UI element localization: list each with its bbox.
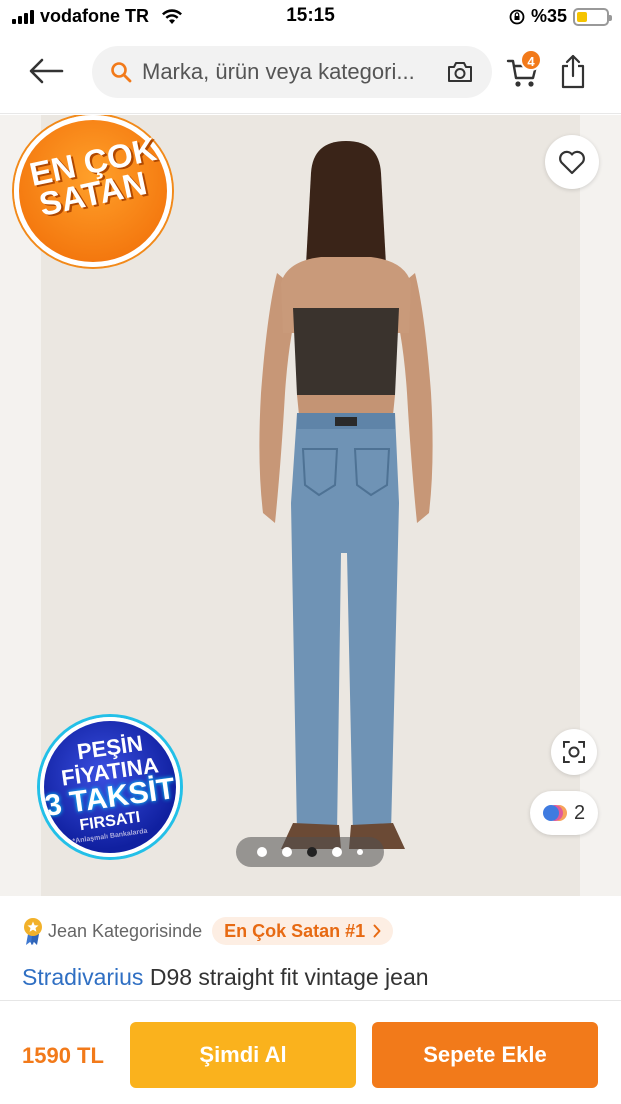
add-to-cart-button[interactable]: Sepete Ekle — [372, 1022, 598, 1088]
bottom-action-bar: 1590 TL Şimdi Al Sepete Ekle — [0, 1000, 621, 1104]
pager-dot[interactable] — [307, 847, 317, 857]
price: 1590 TL — [22, 1043, 104, 1068]
brand-link[interactable]: Stradivarius — [22, 964, 143, 990]
pager-dot[interactable] — [257, 847, 267, 857]
product-image-carousel[interactable]: EN ÇOK SATAN PEŞİN FİYATINA 3 TAKSİT FIR… — [0, 115, 621, 896]
header: 4 — [0, 34, 621, 114]
medal-icon — [24, 918, 42, 945]
search-icon — [111, 62, 132, 83]
search-bar[interactable] — [92, 46, 492, 98]
pager-dot[interactable] — [282, 847, 292, 857]
installment-campaign-badge: PEŞİN FİYATINA 3 TAKSİT FIRSATI *Anlaşma… — [40, 717, 180, 857]
product-name: D98 straight fit vintage jean — [149, 964, 429, 990]
heart-icon — [559, 150, 585, 175]
battery-icon — [573, 7, 612, 26]
best-seller-rank-link[interactable]: En Çok Satan #1 — [212, 917, 394, 945]
status-bar: vodafone TR 15:15 %35 — [0, 0, 621, 34]
product-title: Stradivarius D98 straight fit vintage je… — [22, 964, 429, 991]
color-count: 2 — [574, 802, 586, 824]
share-icon[interactable] — [559, 53, 587, 89]
pager-dot[interactable] — [357, 849, 363, 855]
rank-label: En Çok Satan #1 — [224, 920, 366, 941]
pager-dot[interactable] — [332, 847, 342, 857]
image-pager[interactable] — [236, 837, 384, 867]
model-figure-illustration — [259, 141, 433, 849]
visual-search-button[interactable] — [551, 729, 597, 775]
category-text: Jean Kategorisinde — [48, 920, 203, 941]
rotation-lock-icon — [509, 9, 525, 24]
cart-count-badge: 4 — [520, 49, 542, 71]
color-options-button[interactable]: 2 — [530, 791, 598, 835]
search-input[interactable] — [142, 46, 442, 98]
color-swatches-icon — [543, 805, 567, 821]
category-rank-row: Jean Kategorisinde En Çok Satan #1 — [22, 914, 394, 948]
favorite-button[interactable] — [545, 135, 599, 189]
back-arrow-icon[interactable] — [26, 56, 66, 86]
battery-percent: %35 — [530, 6, 567, 26]
battery-level — [577, 11, 587, 22]
buy-now-button[interactable]: Şimdi Al — [130, 1022, 356, 1088]
best-seller-badge: EN ÇOK SATAN — [14, 115, 172, 267]
chevron-right-icon — [373, 924, 381, 938]
camera-icon[interactable] — [446, 59, 474, 85]
lens-icon — [563, 741, 585, 763]
